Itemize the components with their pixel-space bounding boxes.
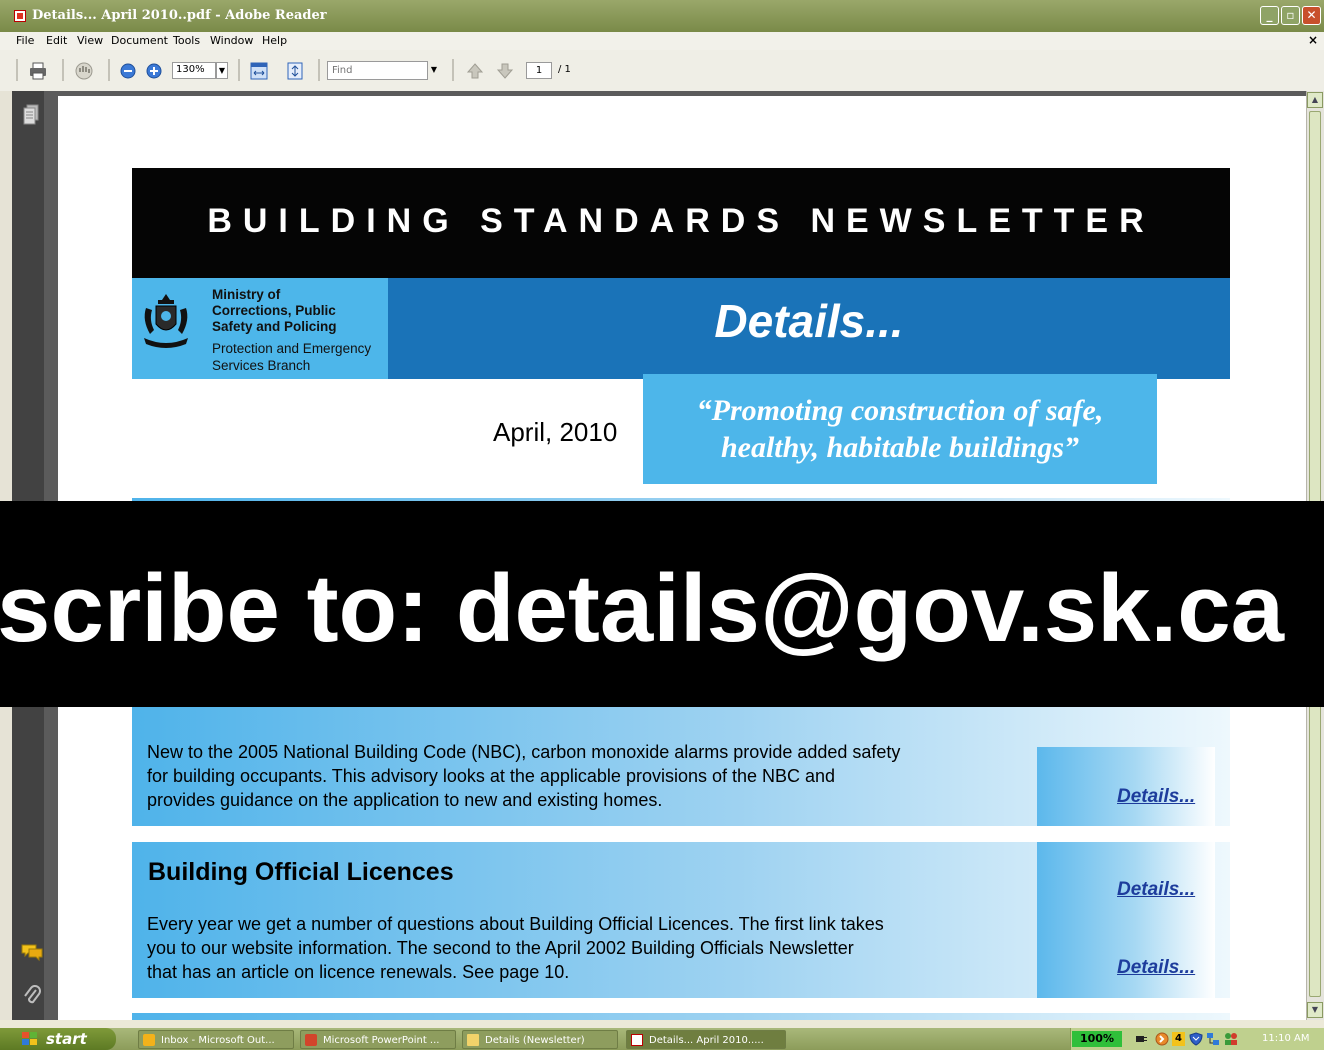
- toolbar-separator: [238, 59, 240, 81]
- branch-name: Protection and Emergency Services Branch: [212, 340, 371, 374]
- fit-page-icon[interactable]: [284, 60, 306, 82]
- motto-line: “Promoting construction of safe,: [696, 394, 1104, 427]
- fit-width-icon[interactable]: [248, 60, 270, 82]
- close-document-icon[interactable]: ×: [1308, 33, 1318, 47]
- pages-panel-icon[interactable]: [22, 104, 40, 126]
- ministry-name: Ministry of Corrections, Public Safety a…: [212, 287, 337, 335]
- page-number-field[interactable]: 1: [526, 62, 552, 79]
- details-link[interactable]: Details...: [1117, 786, 1195, 808]
- previous-page-icon[interactable]: [464, 60, 486, 82]
- toolbar: 130% ▼ ▼ 1 / 1: [0, 50, 1324, 92]
- zoom-level-field[interactable]: 130%: [172, 62, 216, 79]
- details-heading: Details...: [714, 295, 904, 347]
- taskbar-item-outlook[interactable]: Inbox - Microsoft Out...: [138, 1030, 294, 1049]
- article-body: New to the 2005 National Building Code (…: [147, 740, 1017, 812]
- toolbar-separator: [318, 59, 320, 81]
- next-page-icon[interactable]: [494, 60, 516, 82]
- saskatchewan-crest-icon: [144, 294, 188, 348]
- taskbar-item-label: Microsoft PowerPoint ...: [323, 1035, 440, 1046]
- article-body-line: New to the 2005 National Building Code (…: [147, 742, 901, 762]
- toolbar-separator: [108, 59, 110, 81]
- toolbar-separator: [62, 59, 64, 81]
- ministry-line: Corrections, Public: [212, 303, 336, 318]
- article-body-line: you to our website information. The seco…: [147, 938, 854, 958]
- powerpoint-icon: [305, 1034, 317, 1046]
- menu-help[interactable]: Help: [262, 34, 287, 47]
- details-link[interactable]: Details...: [1117, 957, 1195, 979]
- close-button[interactable]: ✕: [1302, 6, 1321, 25]
- zoom-dropdown-icon[interactable]: ▼: [216, 62, 228, 79]
- article-body: Every year we get a number of questions …: [147, 912, 1017, 984]
- scroll-down-button[interactable]: ▼: [1307, 1002, 1323, 1018]
- pdf-app-icon: [14, 10, 26, 22]
- page-total: / 1: [558, 64, 571, 75]
- branch-line: Services Branch: [212, 358, 311, 373]
- print-icon[interactable]: [27, 60, 49, 82]
- hand-tool-icon[interactable]: [73, 60, 95, 82]
- article-body-line: for building occupants. This advisory lo…: [147, 766, 836, 786]
- scroll-up-button[interactable]: ▲: [1307, 92, 1323, 108]
- taskbar-item-label: Inbox - Microsoft Out...: [161, 1035, 275, 1046]
- subscribe-overlay: Subscribe to: details@gov.sk.ca: [0, 501, 1324, 707]
- security-shield-icon[interactable]: [1189, 1032, 1203, 1046]
- battery-indicator[interactable]: 100%: [1072, 1031, 1122, 1047]
- article-body-line: Every year we get a number of questions …: [147, 914, 884, 934]
- window-title: Details... April 2010..pdf - Adobe Reade…: [32, 8, 327, 23]
- taskbar-item-label: Details (Newsletter): [485, 1035, 585, 1046]
- zoom-out-icon[interactable]: [117, 60, 139, 82]
- outlook-icon: [143, 1034, 155, 1046]
- menu-window[interactable]: Window: [210, 34, 253, 47]
- start-label: start: [46, 1030, 87, 1048]
- menu-view[interactable]: View: [77, 34, 103, 47]
- article-next: [132, 1013, 1230, 1020]
- motto: “Promoting construction of safe, healthy…: [643, 392, 1157, 466]
- article-heading: Building Official Licences: [148, 858, 454, 886]
- branch-line: Protection and Emergency: [212, 341, 372, 356]
- taskbar-item-adobe-reader[interactable]: Details... April 2010.....: [626, 1030, 786, 1049]
- newsletter-title: BUILDING STANDARDS NEWSLETTER: [207, 202, 1155, 240]
- article-body-line: provides guidance on the application to …: [147, 790, 663, 810]
- subscribe-text: Subscribe to: details@gov.sk.ca: [0, 555, 1284, 662]
- menu-document[interactable]: Document: [111, 34, 168, 47]
- minimize-button[interactable]: _: [1260, 6, 1279, 25]
- find-dropdown-icon[interactable]: ▼: [428, 62, 440, 79]
- details-link[interactable]: Details...: [1117, 879, 1195, 901]
- zoom-in-icon[interactable]: [143, 60, 165, 82]
- motto-line: healthy, habitable buildings”: [720, 431, 1080, 464]
- article-body-line: that has an article on licence renewals.…: [147, 962, 570, 982]
- pdf-icon: [631, 1034, 643, 1046]
- attachments-icon[interactable]: [22, 984, 42, 1008]
- toolbar-separator: [16, 59, 18, 81]
- issue-date: April, 2010: [493, 417, 618, 447]
- ministry-line: Ministry of: [212, 287, 281, 302]
- find-input[interactable]: [327, 61, 428, 80]
- menu-bar: File Edit View Document Tools Window Hel…: [0, 32, 1324, 50]
- restore-button[interactable]: ▫: [1281, 6, 1300, 25]
- toolbar-separator: [452, 59, 454, 81]
- users-icon[interactable]: [1223, 1032, 1239, 1046]
- ministry-line: Safety and Policing: [212, 319, 337, 334]
- taskbar-item-folder[interactable]: Details (Newsletter): [462, 1030, 618, 1049]
- clock: 11:10 AM: [1262, 1033, 1310, 1044]
- menu-edit[interactable]: Edit: [46, 34, 67, 47]
- windows-logo-icon: [22, 1032, 37, 1045]
- menu-tools[interactable]: Tools: [173, 34, 200, 47]
- power-plug-icon[interactable]: [1134, 1033, 1148, 1045]
- notification-badge[interactable]: 4: [1172, 1032, 1185, 1046]
- folder-icon: [467, 1034, 479, 1046]
- start-button[interactable]: start: [0, 1028, 116, 1050]
- comments-icon[interactable]: [20, 942, 44, 962]
- taskbar-item-label: Details... April 2010.....: [649, 1035, 764, 1046]
- network-icon[interactable]: [1155, 1032, 1169, 1046]
- menu-file[interactable]: File: [16, 34, 34, 47]
- network-connections-icon[interactable]: [1206, 1032, 1220, 1046]
- taskbar-item-powerpoint[interactable]: Microsoft PowerPoint ...: [300, 1030, 456, 1049]
